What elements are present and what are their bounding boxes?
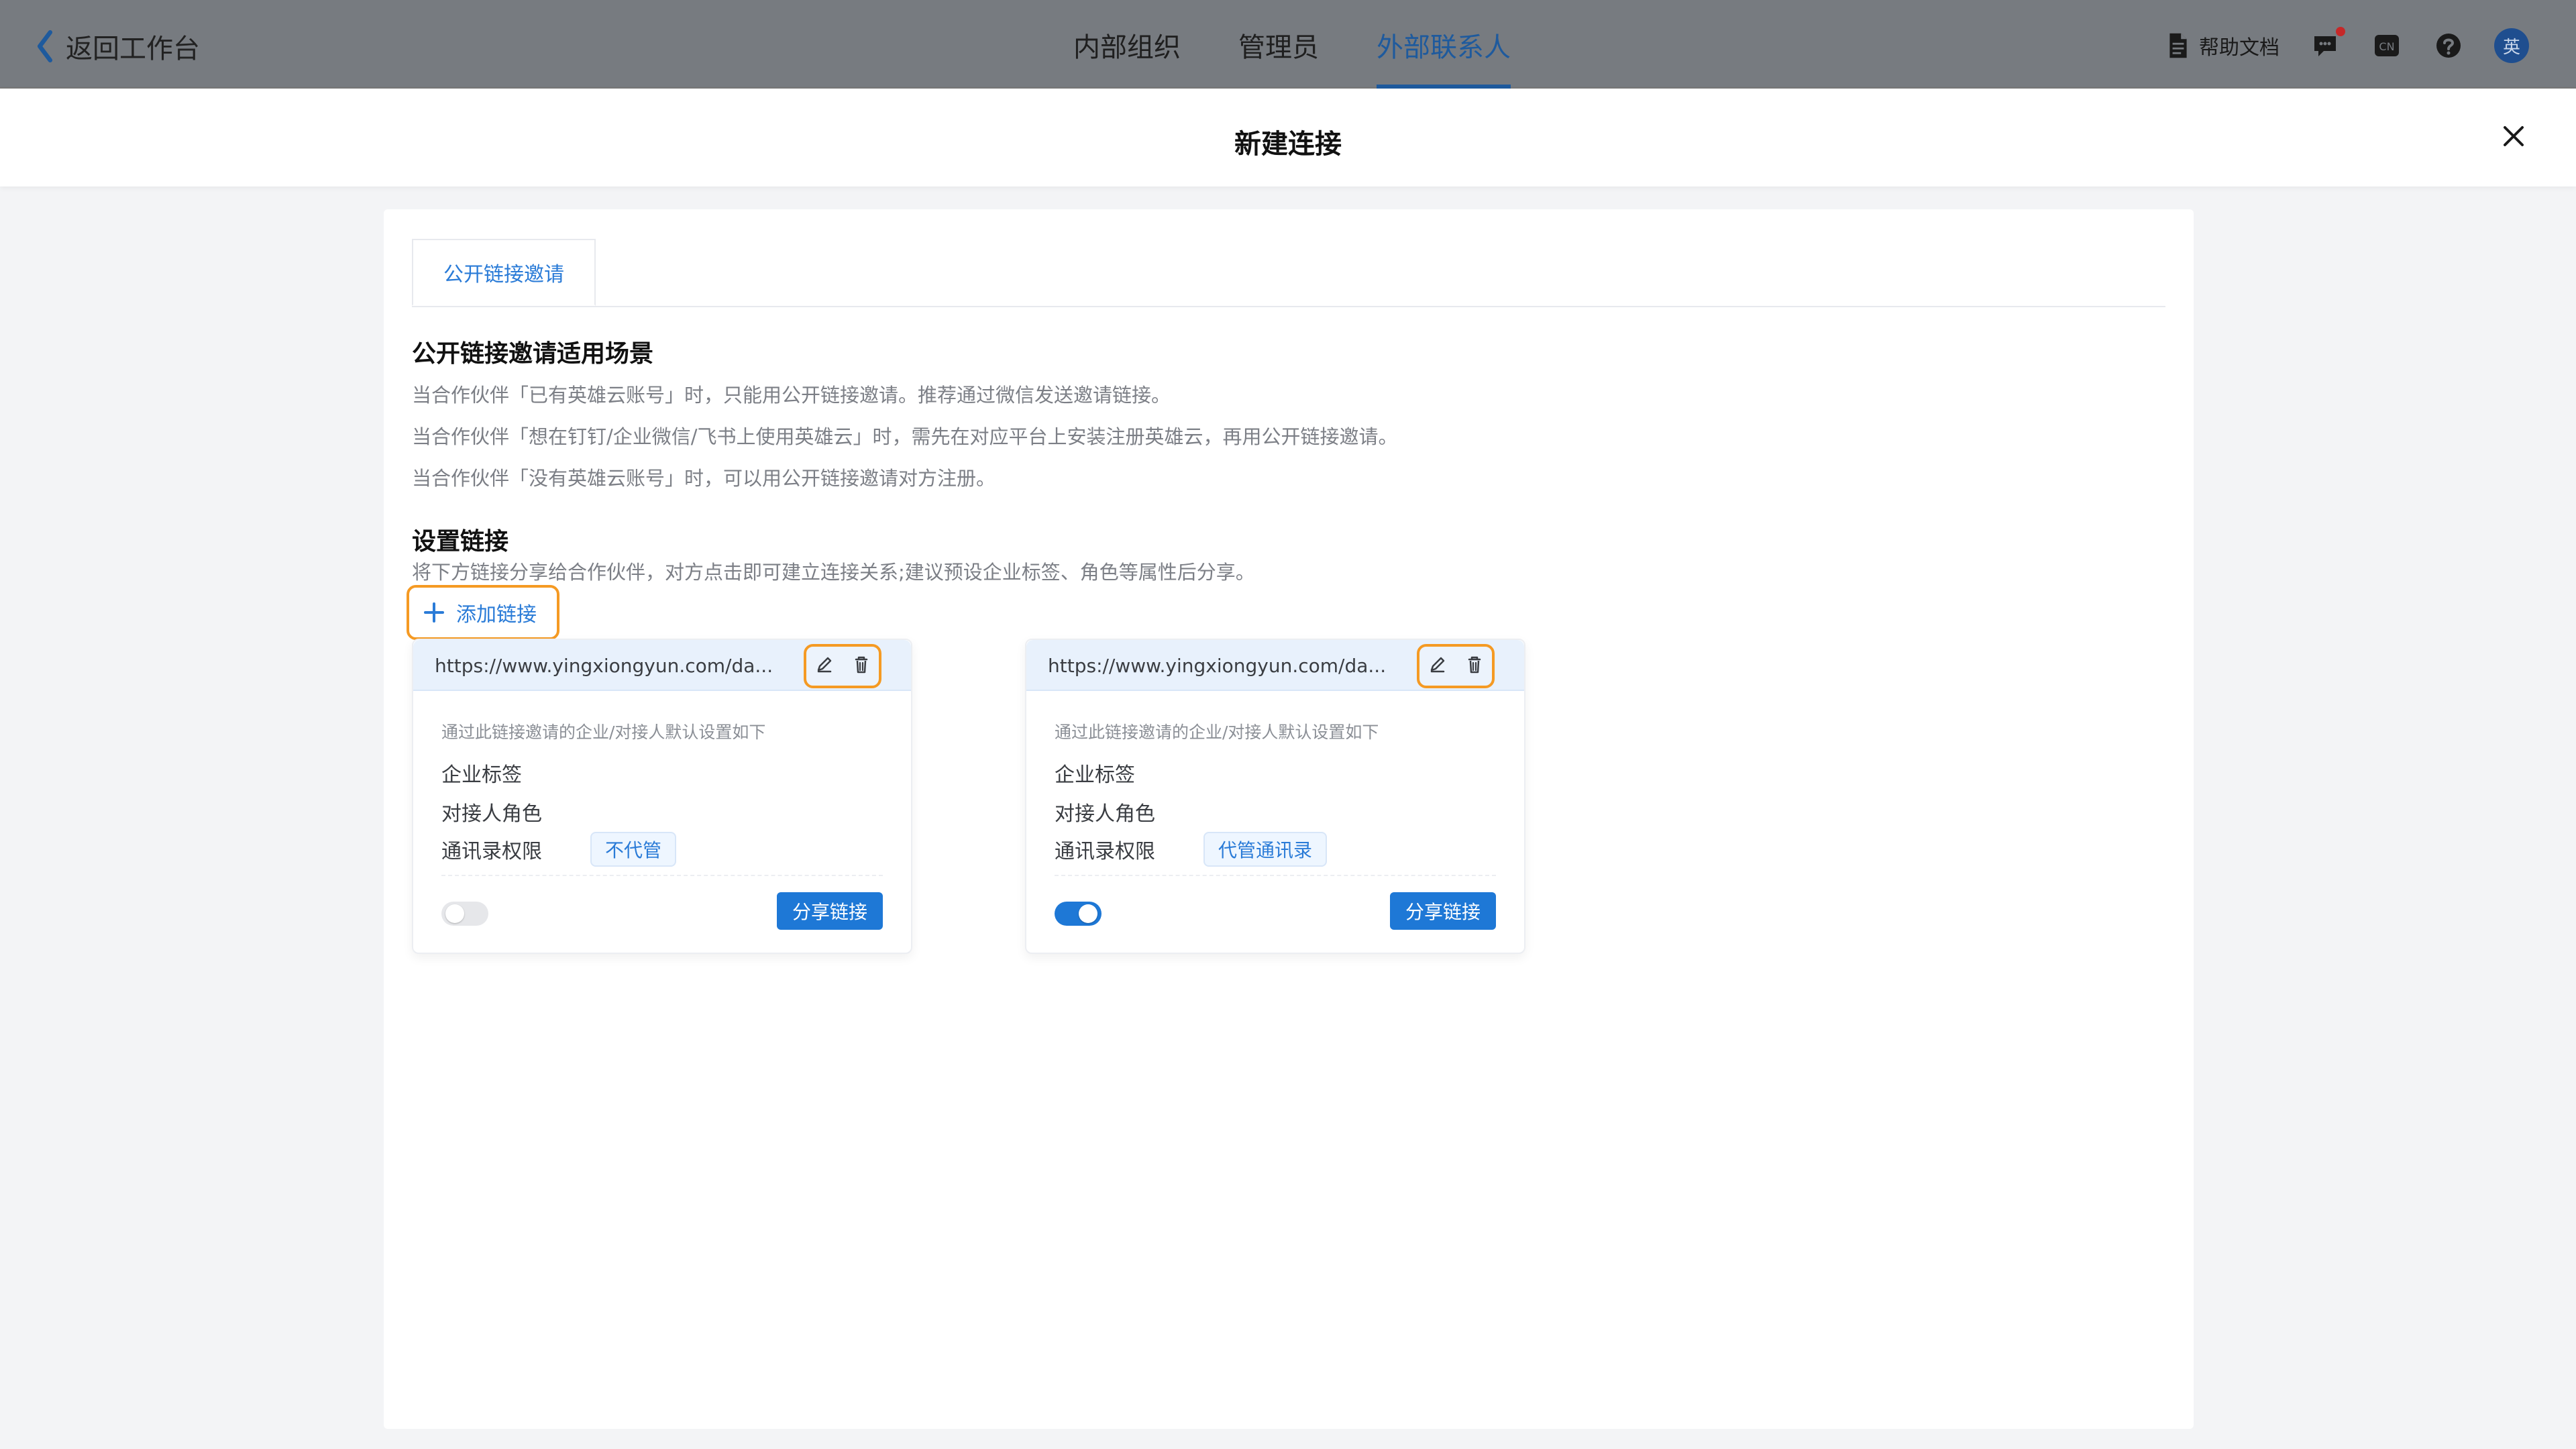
question-circle-icon — [2436, 34, 2461, 58]
scenario-line-1: 当合作伙伴「已有英雄云账号」时，只能用公开链接邀请。推荐通过微信发送邀请链接。 — [412, 384, 1171, 407]
help-docs-link[interactable]: 帮助文档 — [2167, 31, 2279, 60]
contact-role-label: 对接人角色 — [1055, 802, 1155, 826]
link-card-header: https://www.yingxiongyun.com/da... — [413, 640, 911, 691]
contacts-permission-badge: 代管通讯录 — [1203, 832, 1328, 867]
help-docs-label: 帮助文档 — [2199, 36, 2279, 60]
scenario-line-3: 当合作伙伴「没有英雄云账号」时，可以用公开链接邀请对方注册。 — [412, 467, 996, 490]
share-link-button[interactable]: 分享链接 — [1390, 892, 1496, 930]
close-button[interactable] — [2498, 121, 2529, 152]
link-enable-toggle[interactable] — [441, 902, 488, 926]
help-button[interactable] — [2432, 30, 2465, 62]
tab-external-contacts[interactable]: 外部联系人 — [1377, 25, 1511, 89]
link-card-actions — [1417, 644, 1495, 688]
link-url: https://www.yingxiongyun.com/da... — [435, 655, 773, 677]
card-divider — [1055, 875, 1496, 876]
link-url: https://www.yingxiongyun.com/da... — [1048, 655, 1387, 677]
trash-icon — [1468, 656, 1481, 674]
top-navigation-bar: 返回工作台 内部组织 管理员 外部联系人 帮助文档 CN 英 — [0, 0, 2576, 89]
setup-title: 设置链接 — [412, 528, 509, 555]
modal-header: 新建连接 — [0, 89, 2576, 186]
add-link-button[interactable]: 添加链接 — [407, 585, 559, 640]
card-divider — [441, 875, 883, 876]
top-tools: 帮助文档 CN 英 — [2167, 27, 2529, 63]
link-card-actions — [804, 644, 881, 688]
edit-icon — [817, 657, 832, 673]
language-switch-button[interactable]: CN — [2371, 30, 2403, 62]
edit-button[interactable] — [1425, 653, 1449, 680]
link-card-header: https://www.yingxiongyun.com/da... — [1026, 640, 1524, 691]
enterprise-tag-label: 企业标签 — [1055, 763, 1135, 787]
contacts-permission-badge: 不代管 — [590, 832, 677, 867]
edit-button[interactable] — [812, 653, 836, 680]
language-icon: CN — [2375, 35, 2399, 56]
avatar-text: 英 — [2502, 37, 2520, 58]
top-tabs: 内部组织 管理员 外部联系人 — [1073, 25, 1511, 89]
tab-internal-organization[interactable]: 内部组织 — [1073, 25, 1181, 89]
plus-icon — [424, 602, 444, 623]
notification-dot — [2336, 27, 2345, 36]
delete-button[interactable] — [849, 653, 873, 680]
contacts-permission-label: 通讯录权限 — [441, 840, 542, 863]
content-tabs: 公开链接邀请 — [412, 239, 2165, 307]
enterprise-tag-label: 企业标签 — [441, 763, 522, 787]
delete-button[interactable] — [1462, 653, 1487, 680]
close-icon — [2504, 126, 2524, 146]
user-avatar[interactable]: 英 — [2494, 28, 2529, 63]
link-defaults-note: 通过此链接邀请的企业/对接人默认设置如下 — [1055, 722, 1379, 742]
toggle-knob — [1079, 904, 1097, 923]
link-enable-toggle[interactable] — [1055, 902, 1102, 926]
edit-icon — [1430, 657, 1445, 673]
language-badge-text: CN — [2379, 40, 2394, 53]
document-icon — [2169, 33, 2187, 58]
link-card-1: https://www.yingxiongyun.com/da... 通过此链接… — [412, 639, 912, 954]
link-defaults-note: 通过此链接邀请的企业/对接人默认设置如下 — [441, 722, 766, 742]
back-to-workbench[interactable]: 返回工作台 — [34, 27, 200, 66]
scenario-line-2: 当合作伙伴「想在钉钉/企业微信/飞书上使用英雄云」时，需先在对应平台上安装注册英… — [412, 425, 1398, 448]
share-link-button[interactable]: 分享链接 — [777, 892, 883, 930]
back-label: 返回工作台 — [66, 34, 200, 64]
link-card-2: https://www.yingxiongyun.com/da... 通过此链接… — [1025, 639, 1525, 954]
messages-button[interactable] — [2309, 27, 2345, 62]
setup-hint: 将下方链接分享给合作伙伴，对方点击即可建立连接关系;建议预设企业标签、角色等属性… — [412, 561, 1255, 584]
modal-title: 新建连接 — [1234, 129, 1342, 160]
content-panel: 公开链接邀请 公开链接邀请适用场景 当合作伙伴「已有英雄云账号」时，只能用公开链… — [384, 209, 2194, 1429]
toggle-knob — [445, 904, 464, 923]
add-link-label: 添加链接 — [456, 603, 537, 627]
scenario-title: 公开链接邀请适用场景 — [412, 340, 654, 368]
trash-icon — [855, 656, 868, 674]
chevron-left-icon — [37, 30, 53, 63]
new-connection-modal: 新建连接 公开链接邀请 公开链接邀请适用场景 当合作伙伴「已有英雄云账号」时，只… — [0, 89, 2576, 1449]
tab-public-link-invite[interactable]: 公开链接邀请 — [412, 239, 596, 306]
contacts-permission-label: 通讯录权限 — [1055, 840, 1155, 863]
tab-admins[interactable]: 管理员 — [1238, 25, 1319, 89]
contact-role-label: 对接人角色 — [441, 802, 542, 826]
